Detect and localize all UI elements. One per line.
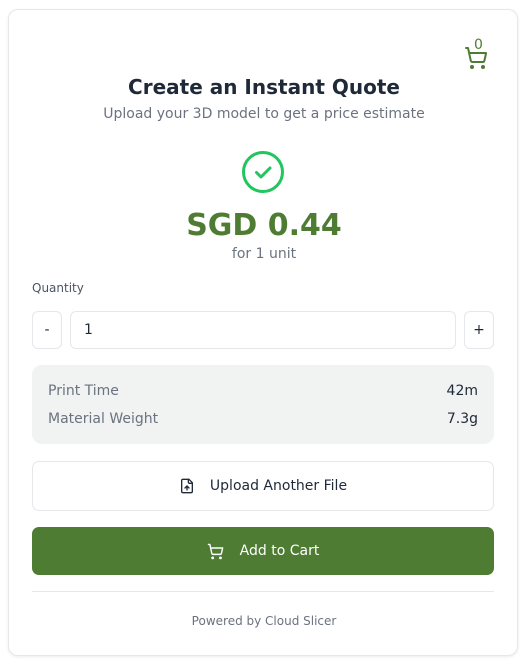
quantity-decrement-button[interactable]: - [32,311,62,349]
upload-button-label: Upload Another File [209,478,348,494]
quantity-increment-button[interactable]: + [464,311,494,349]
footer-divider [32,591,494,592]
quantity-input[interactable] [70,311,456,349]
cart-icon [207,543,224,560]
price-value: SGD 0.44 [186,208,342,243]
quantity-label: Quantity [32,281,84,295]
price-unit-note: for 1 unit [231,246,297,262]
stat-print-time: Print Time 42m [48,382,478,400]
add-to-cart-label: Add to Cart [239,543,320,559]
upload-another-file-button[interactable]: Upload Another File [32,461,494,511]
stat-material-weight: Material Weight 7.3g [48,410,478,428]
powered-by-text: Powered by Cloud Slicer [191,614,337,628]
check-circle-icon [242,151,284,193]
file-upload-icon [179,478,195,494]
page-title: Create an Instant Quote [128,75,400,99]
add-to-cart-button[interactable]: Add to Cart [32,527,494,575]
stat-value: 7.3g [446,411,478,427]
page-subtitle: Upload your 3D model to get a price esti… [103,106,425,122]
stat-value: 42m [446,383,478,399]
stat-label: Material Weight [48,411,159,427]
quote-stats-panel: Print Time 42m Material Weight 7.3g [32,365,494,444]
stat-label: Print Time [48,383,119,399]
cart-count-badge: 0 [474,37,483,53]
